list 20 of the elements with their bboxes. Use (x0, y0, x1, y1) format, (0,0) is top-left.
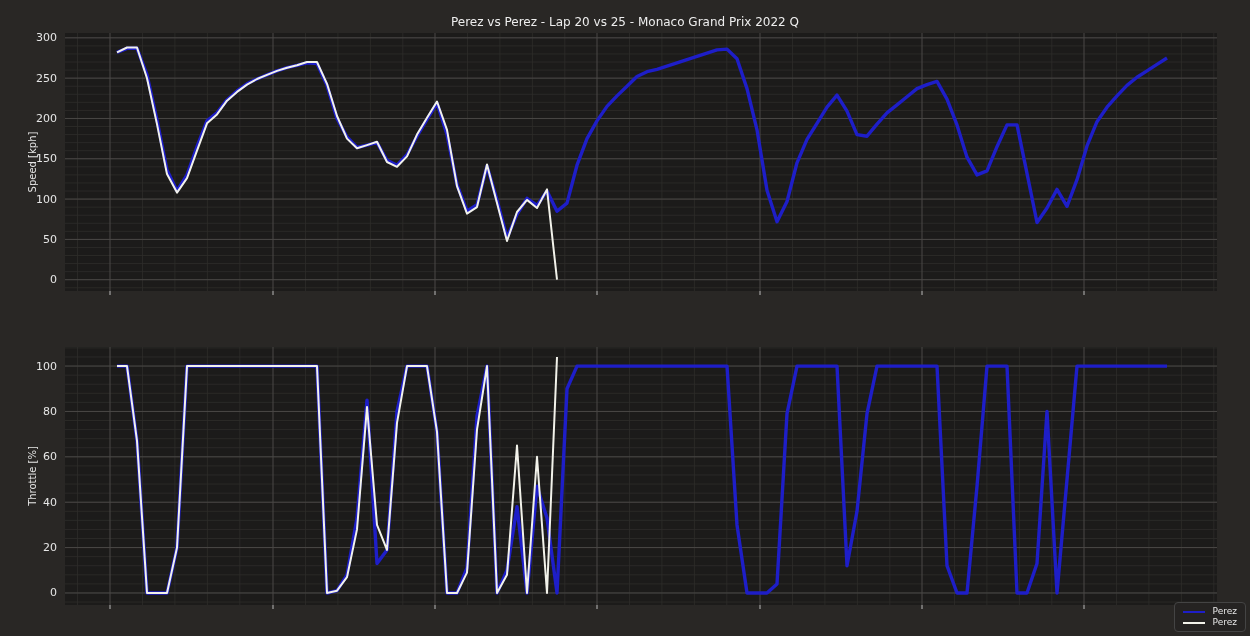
y-axis-label: Speed [kph] (27, 131, 38, 193)
y-tick-label: 300 (36, 31, 57, 45)
legend-label: Perez (1212, 607, 1237, 616)
y-tick-label: 40 (43, 495, 57, 509)
y-tick-label: 50 (43, 232, 57, 246)
y-axis-label: Throttle [%] (27, 446, 38, 506)
legend-line-icon (1182, 609, 1205, 614)
y-tick-label: 0 (50, 586, 57, 600)
y-tick-label: 150 (36, 152, 57, 166)
legend-label: Perez (1212, 618, 1237, 627)
y-tick-label: 60 (43, 450, 57, 464)
y-tick-label: 0 (50, 273, 57, 287)
y-tick-label: 100 (36, 192, 57, 206)
chart-title: Perez vs Perez - Lap 20 vs 25 - Monaco Grand Prix 2022 Q (451, 16, 799, 28)
legend-line-icon (1182, 620, 1205, 625)
y-tick-label: 100 (36, 359, 57, 373)
y-tick-label: 250 (36, 71, 57, 85)
y-tick-label: 200 (36, 111, 57, 125)
y-tick-label: 20 (43, 541, 57, 555)
y-tick-label: 80 (43, 404, 57, 418)
